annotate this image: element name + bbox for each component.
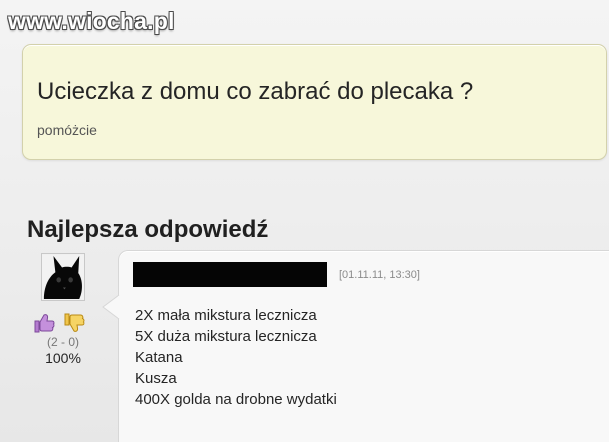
thumb-down-icon[interactable] bbox=[63, 312, 85, 334]
avatar[interactable] bbox=[41, 253, 85, 301]
black-cat-avatar-icon bbox=[42, 254, 84, 300]
vote-count: (2 - 0) bbox=[46, 335, 79, 349]
question-subtitle: pomóżcie bbox=[37, 122, 97, 138]
thumb-up-icon[interactable] bbox=[33, 312, 55, 334]
best-answer-heading: Najlepsza odpowiedź bbox=[27, 216, 268, 244]
best-answer-heading-bold: Najlepsza bbox=[27, 216, 138, 244]
vote-buttons bbox=[33, 312, 93, 334]
answer-line-katana: Katana bbox=[135, 349, 183, 366]
answer-line-crossbow: Kusza bbox=[135, 370, 177, 387]
answer-pointer-icon bbox=[102, 294, 120, 320]
best-answer-box: [01.11.11, 13:30] 2X mała mikstura leczn… bbox=[118, 250, 609, 442]
best-answer-heading-rest: odpowiedź bbox=[137, 216, 269, 244]
redacted-author-name bbox=[133, 262, 327, 287]
answer-list: 2X mała mikstura lecznicza 5X duża mikst… bbox=[135, 305, 337, 410]
vote-percentage: 100% bbox=[45, 350, 81, 366]
answer-line-large-potion: 5X duża mikstura lecznicza bbox=[135, 328, 317, 345]
site-watermark: www.wiocha.pl bbox=[8, 8, 175, 34]
answer-line-gold: 400X golda na drobne wydatki bbox=[135, 391, 337, 408]
question-box: Ucieczka z domu co zabrać do plecaka ? p… bbox=[22, 44, 607, 160]
vote-panel: (2 - 0) 100% bbox=[33, 312, 93, 366]
question-title: Ucieczka z domu co zabrać do plecaka ? bbox=[37, 78, 474, 105]
screenshot: www.wiocha.pl Ucieczka z domu co zabrać … bbox=[0, 0, 609, 442]
answer-line-small-potion: 2X mała mikstura lecznicza bbox=[135, 307, 317, 324]
answer-timestamp: [01.11.11, 13:30] bbox=[339, 269, 420, 281]
